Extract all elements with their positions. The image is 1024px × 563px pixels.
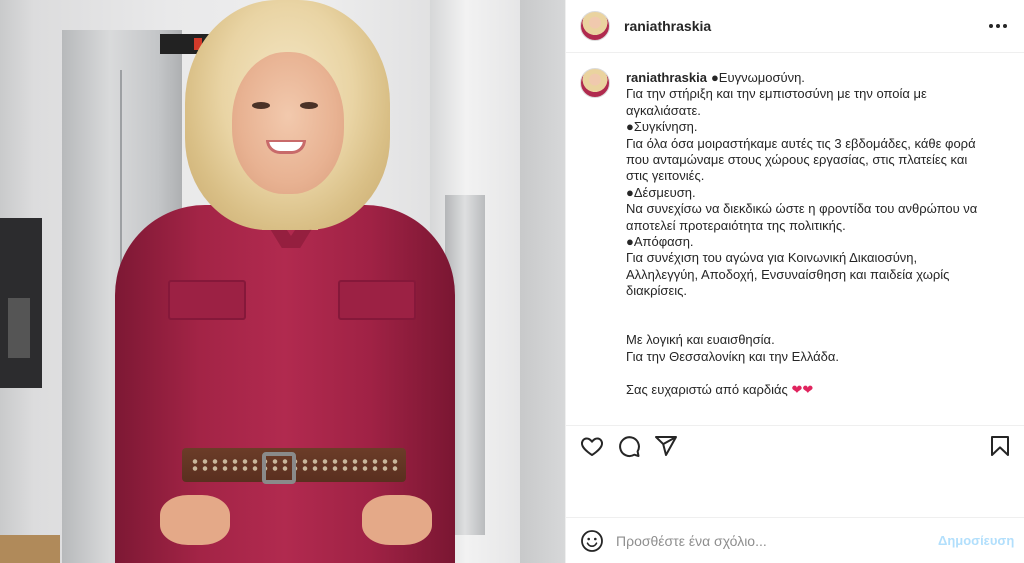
comment-input[interactable]	[616, 530, 916, 552]
caption-line: Για όλα όσα μοιραστήκαμε αυτές τις 3 εβδ…	[626, 135, 976, 151]
caption-avatar[interactable]	[580, 68, 610, 98]
caption-line: Για την Θεσσαλονίκη και την Ελλάδα.	[626, 348, 840, 364]
comment-bar: Δημοσίευση	[566, 517, 1024, 563]
post-comment-button[interactable]: Δημοσίευση	[938, 533, 1014, 548]
post-details-panel: raniathraskia raniathraskia ●Ευγνωμοσύνη.…	[565, 0, 1024, 563]
avatar[interactable]	[580, 11, 610, 41]
share-icon[interactable]	[654, 434, 678, 458]
caption-line: ●Συγκίνηση.	[626, 119, 698, 135]
caption-line: ●Δέσμευση.	[626, 184, 696, 200]
emoji-icon[interactable]	[580, 529, 604, 553]
belt-buckle	[262, 452, 296, 484]
caption-line: Αλληλεγγύη, Αποδοχή, Ενσυναίσθηση και πα…	[626, 266, 950, 282]
like-heart-icon[interactable]	[580, 434, 604, 458]
caption-line: στις γειτονιές.	[626, 168, 705, 184]
username-link[interactable]: raniathraskia	[624, 18, 711, 34]
comment-icon[interactable]	[617, 434, 641, 458]
save-bookmark-icon[interactable]	[988, 434, 1012, 458]
face	[232, 52, 344, 194]
caption-line: Για την στήριξη και την εμπιστοσύνη με τ…	[626, 86, 927, 102]
caption-line: αγκαλιάσατε.	[626, 102, 701, 118]
wall-panel	[0, 218, 42, 388]
post-header: raniathraskia	[566, 0, 1024, 53]
caption-line: Για συνέχιση του αγώνα για Κοινωνική Δικ…	[626, 250, 918, 266]
caption-text: raniathraskia ●Ευγνωμοσύνη. Για την στήρι…	[626, 70, 1006, 398]
caption-line: διακρίσεις.	[626, 283, 688, 299]
more-options-icon[interactable]	[986, 14, 1010, 38]
thanks-line: Σας ευχαριστώ από καρδιάς	[626, 381, 788, 397]
red-hearts-emoji: ❤❤	[791, 381, 814, 397]
caption-line: ●Ευγνωμοσύνη.	[710, 70, 805, 85]
caption-line: Να συνεχίσω να διεκδικώ ώστε η φροντίδα …	[626, 201, 978, 217]
post-image[interactable]	[0, 0, 565, 563]
caption: raniathraskia ●Ευγνωμοσύνη. Για την στήρι…	[566, 53, 1024, 423]
caption-line: ●Απόφαση.	[626, 234, 694, 250]
action-bar	[566, 425, 1024, 465]
caption-line: Με λογική και ευαισθησία.	[626, 332, 775, 348]
caption-line: που ανταμώναμε στους χώρους εργασίας, στ…	[626, 152, 968, 168]
caption-username[interactable]: raniathraskia	[626, 70, 707, 85]
caption-line: αποτελεί προτεραιότητα της πολιτικής.	[626, 217, 846, 233]
